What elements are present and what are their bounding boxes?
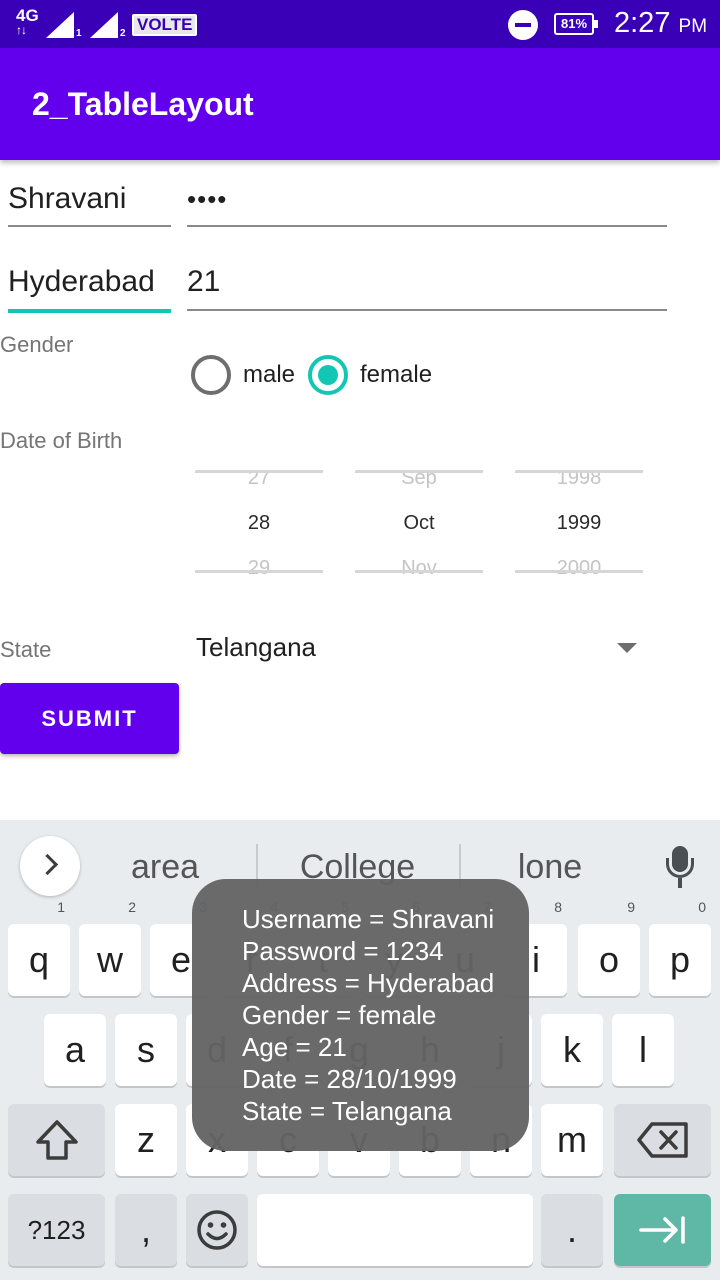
key-z[interactable]: z: [115, 1104, 177, 1176]
month-current[interactable]: Oct: [355, 512, 483, 535]
key-q[interactable]: q1: [8, 900, 70, 996]
mic-cup: [666, 858, 694, 878]
key-p-hint: 0: [698, 899, 706, 915]
toast-line: Address = Hyderabad: [242, 968, 495, 998]
period-key[interactable]: .: [541, 1194, 603, 1266]
key-o[interactable]: o9: [578, 900, 640, 996]
microphone-icon[interactable]: [664, 846, 696, 890]
key-i-label: i: [532, 939, 540, 980]
app-bar: 2_TableLayout: [0, 48, 720, 160]
key-q-label: q: [28, 939, 50, 980]
network-type: 4G ↑↓: [16, 7, 39, 37]
radio-male-label[interactable]: male: [243, 361, 295, 389]
address-value: Hyderabad: [8, 265, 155, 298]
suggestion-1[interactable]: area: [100, 848, 230, 887]
picker-divider: [195, 570, 323, 573]
picker-divider: [515, 470, 643, 473]
tab-next-icon: [638, 1216, 685, 1244]
status-bar: 4G ↑↓ 1 2 VOLTE 81% 2:27 PM: [0, 0, 720, 48]
address-field[interactable]: Hyderabad: [8, 265, 171, 313]
backspace-icon: [636, 1122, 688, 1158]
toast-line: Age = 21: [242, 1032, 347, 1062]
key-q-hint: 1: [57, 899, 65, 915]
username-value: Shravani: [8, 182, 127, 215]
symbols-key[interactable]: ?123: [8, 1194, 105, 1266]
key-w-label: w: [97, 939, 123, 980]
key-w-hint: 2: [128, 899, 136, 915]
sim2-label: 2: [120, 28, 126, 39]
toast-line: Username = Shravani: [242, 904, 495, 934]
signal-icon-sim2: [90, 12, 118, 38]
day-next[interactable]: 29: [195, 557, 323, 580]
clock-time: 2:27: [614, 7, 671, 39]
month-picker[interactable]: Sep Oct Nov: [355, 460, 483, 590]
mic-stem: [678, 878, 682, 888]
backspace-key[interactable]: [614, 1104, 711, 1176]
toast-line: Password = 1234: [242, 936, 444, 966]
shift-key[interactable]: [8, 1104, 105, 1176]
day-picker[interactable]: 27 28 29: [195, 460, 323, 590]
key-i-hint: 8: [554, 899, 562, 915]
comma-key[interactable]: ,: [115, 1194, 177, 1266]
radio-female[interactable]: [308, 355, 348, 395]
state-label: State: [0, 637, 52, 662]
enter-key[interactable]: [614, 1194, 711, 1266]
password-field[interactable]: ••••: [187, 182, 667, 227]
picker-divider: [355, 570, 483, 573]
dob-label: Date of Birth: [0, 428, 123, 453]
volte-badge: VOLTE: [132, 14, 198, 36]
month-next[interactable]: Nov: [355, 557, 483, 580]
key-a[interactable]: a: [44, 1014, 106, 1086]
picker-divider: [195, 470, 323, 473]
space-key[interactable]: [257, 1194, 533, 1266]
day-current[interactable]: 28: [195, 512, 323, 535]
signal-icon-sim1: [46, 12, 74, 38]
clock-ampm: PM: [678, 16, 708, 37]
toast-line: Date = 28/10/1999: [242, 1064, 457, 1094]
age-value: 21: [187, 265, 221, 298]
app-title: 2_TableLayout: [32, 86, 254, 122]
key-p[interactable]: p0: [649, 900, 711, 996]
clock: 2:27 PM: [614, 7, 707, 40]
picker-divider: [355, 470, 483, 473]
key-l[interactable]: l: [612, 1014, 674, 1086]
state-spinner[interactable]: Telangana: [196, 632, 316, 663]
year-current[interactable]: 1999: [515, 512, 643, 535]
submit-button[interactable]: SUBMIT: [0, 683, 179, 754]
key-p-label: p: [669, 939, 691, 980]
sim1-label: 1: [76, 28, 82, 39]
picker-divider: [515, 570, 643, 573]
key-s[interactable]: s: [115, 1014, 177, 1086]
year-next[interactable]: 2000: [515, 557, 643, 580]
toast-message: Username = Shravani Password = 1234 Addr…: [192, 879, 529, 1151]
username-field[interactable]: Shravani: [8, 182, 171, 227]
age-field[interactable]: 21: [187, 265, 667, 311]
key-m[interactable]: m: [541, 1104, 603, 1176]
radio-male[interactable]: [191, 355, 231, 395]
emoji-key[interactable]: [186, 1194, 248, 1266]
radio-female-label[interactable]: female: [360, 361, 432, 389]
emoji-icon: [197, 1210, 237, 1250]
key-o-label: o: [598, 939, 620, 980]
year-picker[interactable]: 1998 1999 2000: [515, 460, 643, 590]
password-value: ••••: [187, 184, 228, 214]
key-k[interactable]: k: [541, 1014, 603, 1086]
data-arrows-icon: ↑↓: [16, 23, 27, 37]
do-not-disturb-icon: [508, 10, 538, 40]
key-o-hint: 9: [627, 899, 635, 915]
dropdown-arrow-icon[interactable]: [617, 643, 637, 653]
chevron-right-icon[interactable]: [20, 836, 80, 896]
key-w[interactable]: w2: [79, 900, 141, 996]
battery-icon: 81%: [554, 13, 598, 35]
key-e-label: e: [170, 939, 192, 980]
toast-line: Gender = female: [242, 1000, 437, 1030]
shift-icon: [35, 1120, 78, 1160]
toast-line: State = Telangana: [242, 1096, 452, 1126]
gender-label: Gender: [0, 332, 74, 357]
